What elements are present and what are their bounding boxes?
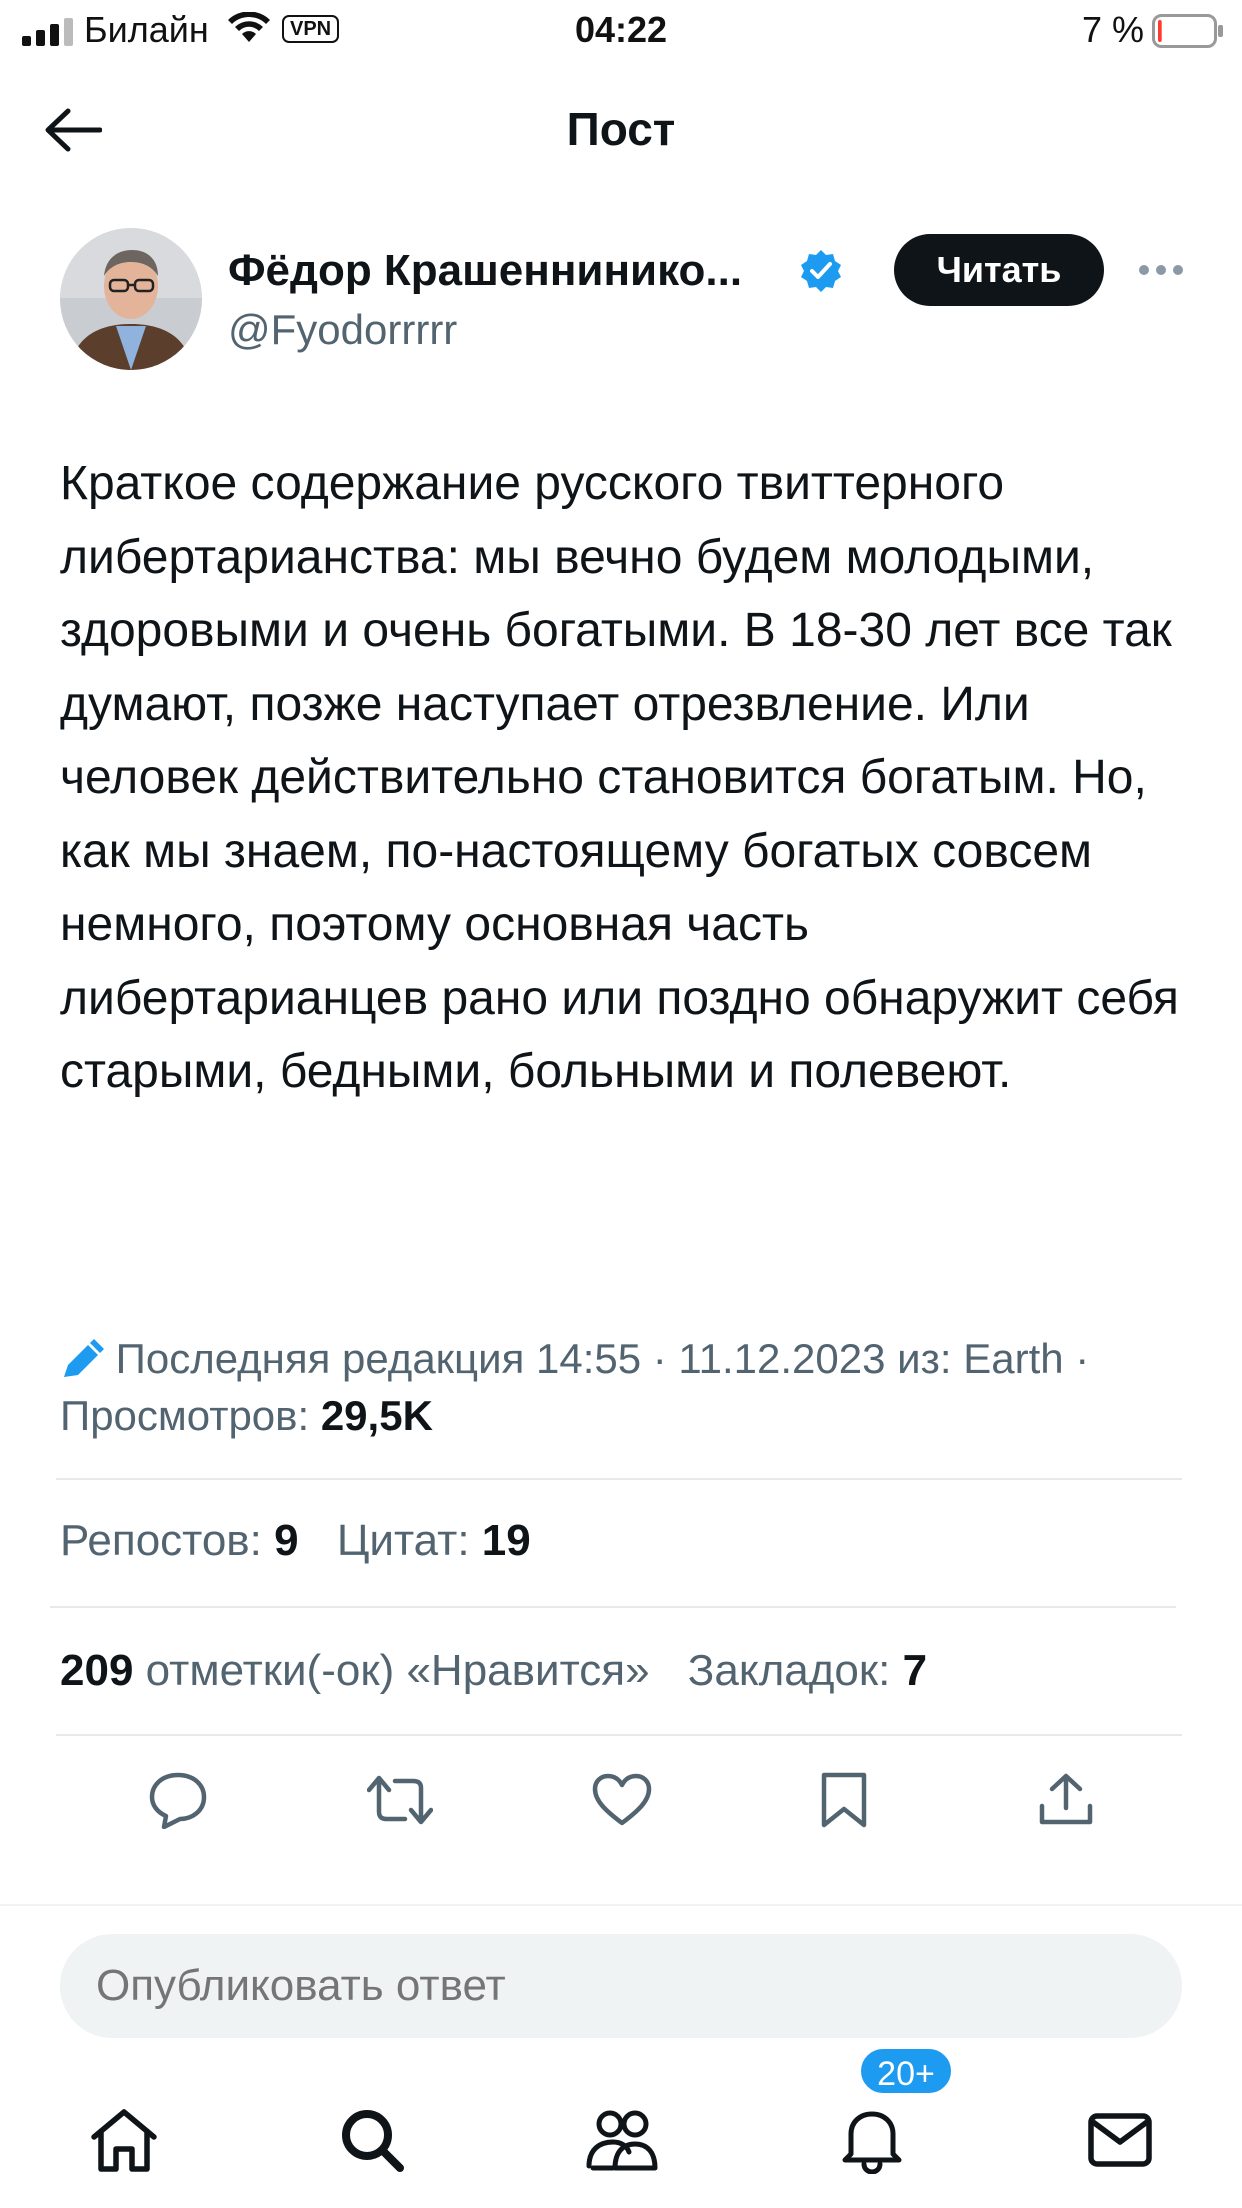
tab-messages[interactable]	[1080, 2100, 1160, 2180]
bookmark-button[interactable]	[804, 1760, 884, 1840]
tab-notifications[interactable]	[832, 2100, 912, 2180]
wifi-icon	[228, 12, 270, 42]
repost-button[interactable]	[360, 1760, 440, 1840]
reply-input[interactable]	[60, 1934, 1182, 2038]
battery-icon	[1152, 14, 1223, 48]
cellular-signal-icon	[22, 18, 73, 46]
battery-percent: 7 %	[1082, 9, 1145, 50]
likes-link[interactable]: 209 отметки(-ок) «Нравится»	[60, 1646, 650, 1695]
top-navigation: Пост	[0, 62, 1242, 192]
share-icon	[1039, 1773, 1093, 1825]
like-bookmark-stats: 209 отметки(-ок) «Нравится» Закладок: 7	[60, 1646, 927, 1696]
communities-icon	[586, 2110, 658, 2171]
more-options-button[interactable]	[1126, 250, 1196, 290]
author-name[interactable]: Фёдор Крашеннинико...	[228, 246, 742, 296]
post-source: из: Earth ·	[897, 1335, 1090, 1382]
reply-icon	[149, 1772, 207, 1829]
quotes-count: 19	[481, 1516, 531, 1565]
tab-home[interactable]	[84, 2100, 164, 2180]
ellipsis-icon	[1139, 265, 1183, 275]
status-bar: Билайн VPN 04:22 7 %	[0, 0, 1242, 62]
views-count: 29,5K	[320, 1392, 433, 1439]
like-button[interactable]	[582, 1760, 662, 1840]
reply-button[interactable]	[138, 1760, 218, 1840]
messages-icon	[1088, 2113, 1152, 2167]
reposts-count: 9	[274, 1516, 299, 1565]
arrow-left-icon	[45, 108, 102, 152]
likes-count: 209	[60, 1646, 134, 1695]
post-actions	[60, 1760, 1182, 1840]
avatar[interactable]	[60, 228, 202, 370]
bookmarks-label: Закладок:	[687, 1646, 891, 1695]
author-handle[interactable]: @Fyodorrrrr	[228, 306, 457, 354]
bookmarks-link[interactable]: Закладок: 7	[688, 1646, 927, 1695]
page-title: Пост	[566, 103, 676, 155]
edit-history-link[interactable]: Последняя редакция 14:55 · 11.12.2023	[116, 1335, 886, 1382]
share-button[interactable]	[1026, 1760, 1106, 1840]
bookmark-icon	[821, 1772, 867, 1828]
home-icon	[91, 2109, 157, 2172]
divider	[56, 1478, 1182, 1480]
divider	[56, 1734, 1182, 1736]
follow-button[interactable]: Читать	[894, 234, 1104, 306]
back-button[interactable]	[40, 102, 106, 158]
post-text: Краткое содержание русского твиттерного …	[60, 457, 1179, 1098]
divider	[50, 1606, 1176, 1608]
post-meta: Последняя редакция 14:55 · 11.12.2023 из…	[60, 1330, 1190, 1444]
likes-label: отметки(-ок) «Нравится»	[145, 1646, 650, 1695]
repost-icon	[367, 1775, 433, 1825]
notifications-badge: 20+	[858, 2046, 954, 2096]
tab-search[interactable]	[332, 2100, 412, 2180]
edit-pencil-icon	[64, 1339, 104, 1377]
views-label: Просмотров:	[60, 1392, 310, 1439]
verified-badge-icon	[801, 250, 841, 292]
reposts-label: Репостов:	[60, 1516, 262, 1565]
post-author: Фёдор Крашеннинико... @Fyodorrrrr Читать	[60, 228, 1200, 378]
bottom-tab-bar	[0, 2060, 1242, 2208]
carrier-name: Билайн	[84, 9, 209, 50]
bookmarks-count: 7	[902, 1646, 928, 1695]
repost-quote-stats: Репостов: 9 Цитат: 19	[60, 1516, 531, 1566]
notifications-icon	[842, 2111, 902, 2174]
reposts-link[interactable]: Репостов: 9	[60, 1516, 299, 1565]
reply-composer	[0, 1904, 1242, 2044]
quotes-label: Цитат:	[336, 1516, 470, 1565]
like-icon	[592, 1773, 652, 1826]
tab-communities[interactable]	[582, 2100, 662, 2180]
avatar-image	[60, 228, 202, 370]
vpn-badge: VPN	[282, 15, 340, 43]
search-icon	[342, 2110, 404, 2172]
quotes-link[interactable]: Цитат: 19	[337, 1516, 531, 1565]
